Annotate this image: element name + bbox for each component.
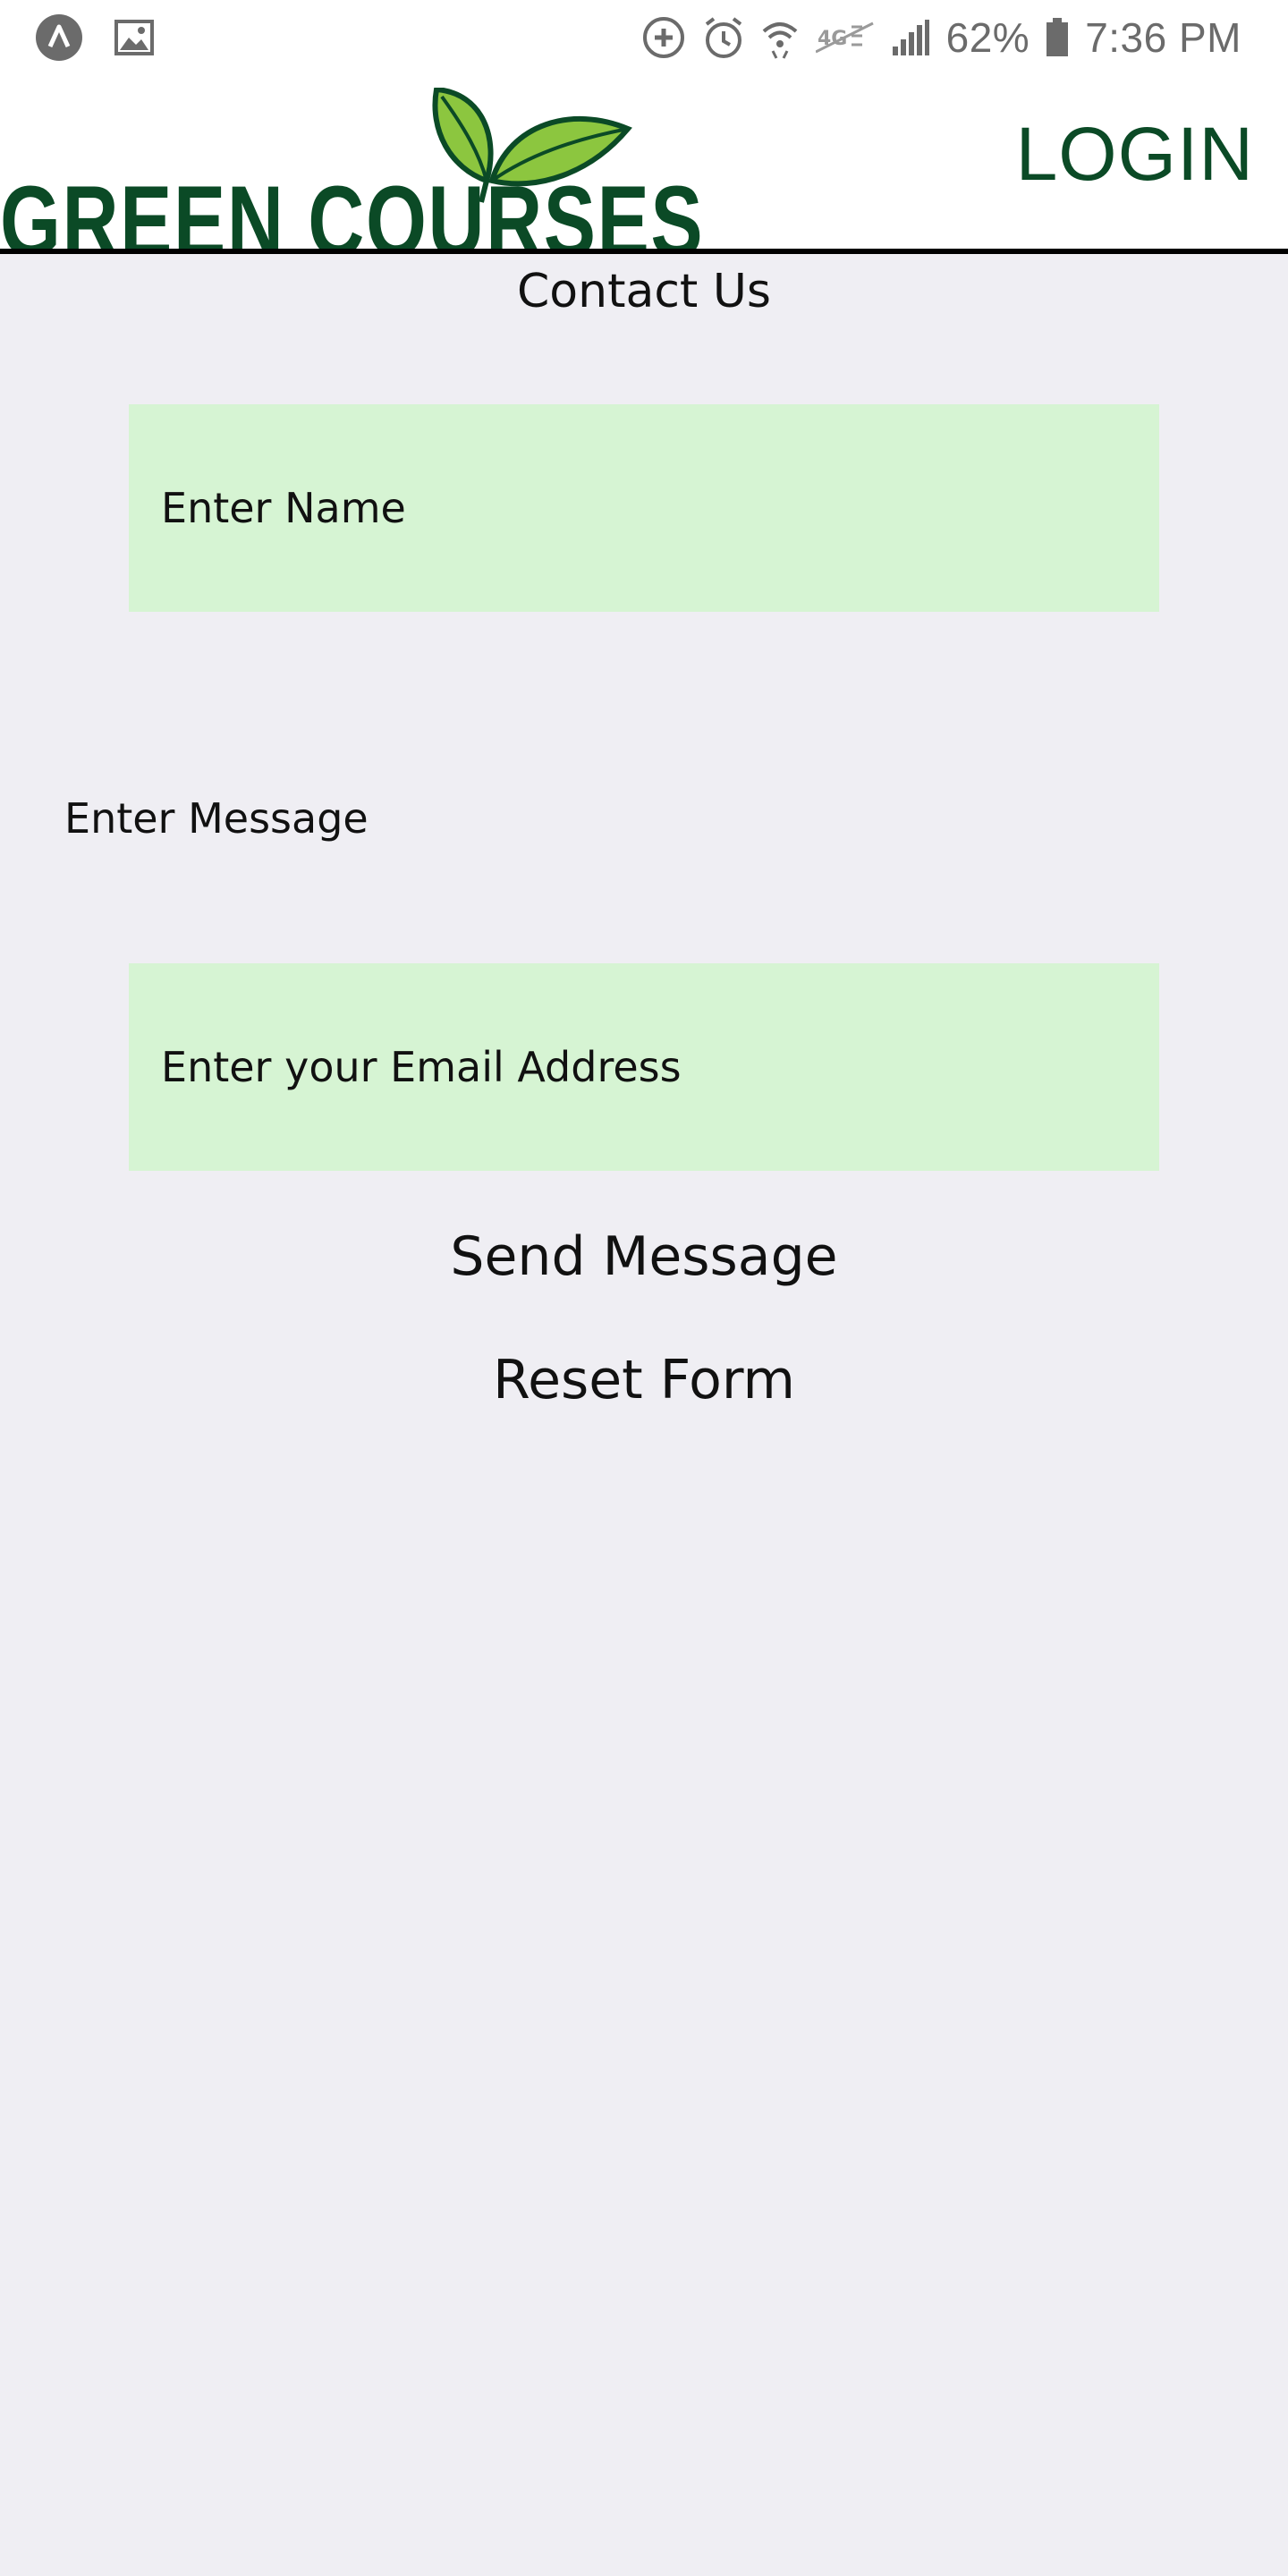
signal-icon <box>891 18 930 57</box>
app-icon <box>36 14 82 61</box>
name-field[interactable]: Enter Name <box>129 404 1159 612</box>
battery-icon <box>1046 18 1069 57</box>
name-placeholder: Enter Name <box>161 484 406 532</box>
sync-icon <box>640 14 687 61</box>
status-bar: 4G 62% 7:36 PM <box>0 0 1288 75</box>
email-field[interactable]: Enter your Email Address <box>129 963 1159 1171</box>
lte-icon: 4G <box>815 20 875 55</box>
reset-form-button[interactable]: Reset Form <box>0 1349 1288 1411</box>
brand-logo-text: GREEN COURSES <box>0 165 705 254</box>
email-placeholder: Enter your Email Address <box>161 1043 682 1091</box>
status-left <box>36 14 154 61</box>
wifi-icon <box>760 15 800 60</box>
message-label[interactable]: Enter Message <box>64 794 369 843</box>
image-icon <box>114 20 154 55</box>
battery-percent: 62% <box>945 14 1030 61</box>
app-header: GREEN COURSES LOGIN <box>0 75 1288 254</box>
page-title: Contact Us <box>517 265 771 318</box>
status-right: 4G 62% 7:36 PM <box>640 13 1241 63</box>
send-message-button[interactable]: Send Message <box>0 1225 1288 1288</box>
clock: 7:36 PM <box>1085 14 1241 61</box>
login-link[interactable]: LOGIN <box>1016 111 1254 198</box>
alarm-icon <box>703 15 744 60</box>
